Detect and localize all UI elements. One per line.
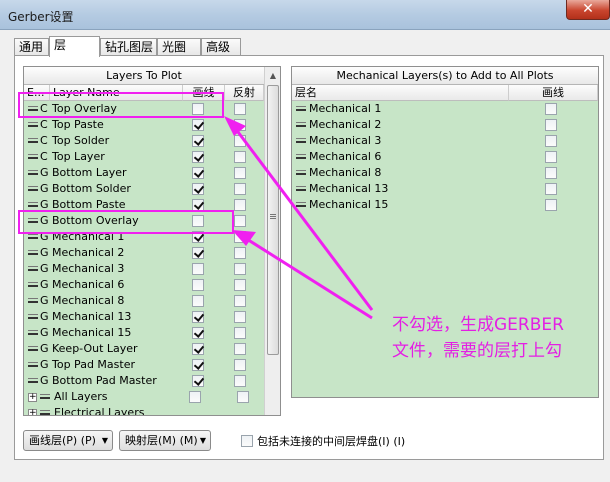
annotation-arrows [224, 116, 374, 320]
annotation-line-1: 不勾选，生成GERBER [392, 315, 564, 335]
tab-layers[interactable]: 层 [49, 36, 100, 57]
annotation-line-2: 文件，需要的层打上勾 [392, 341, 562, 361]
